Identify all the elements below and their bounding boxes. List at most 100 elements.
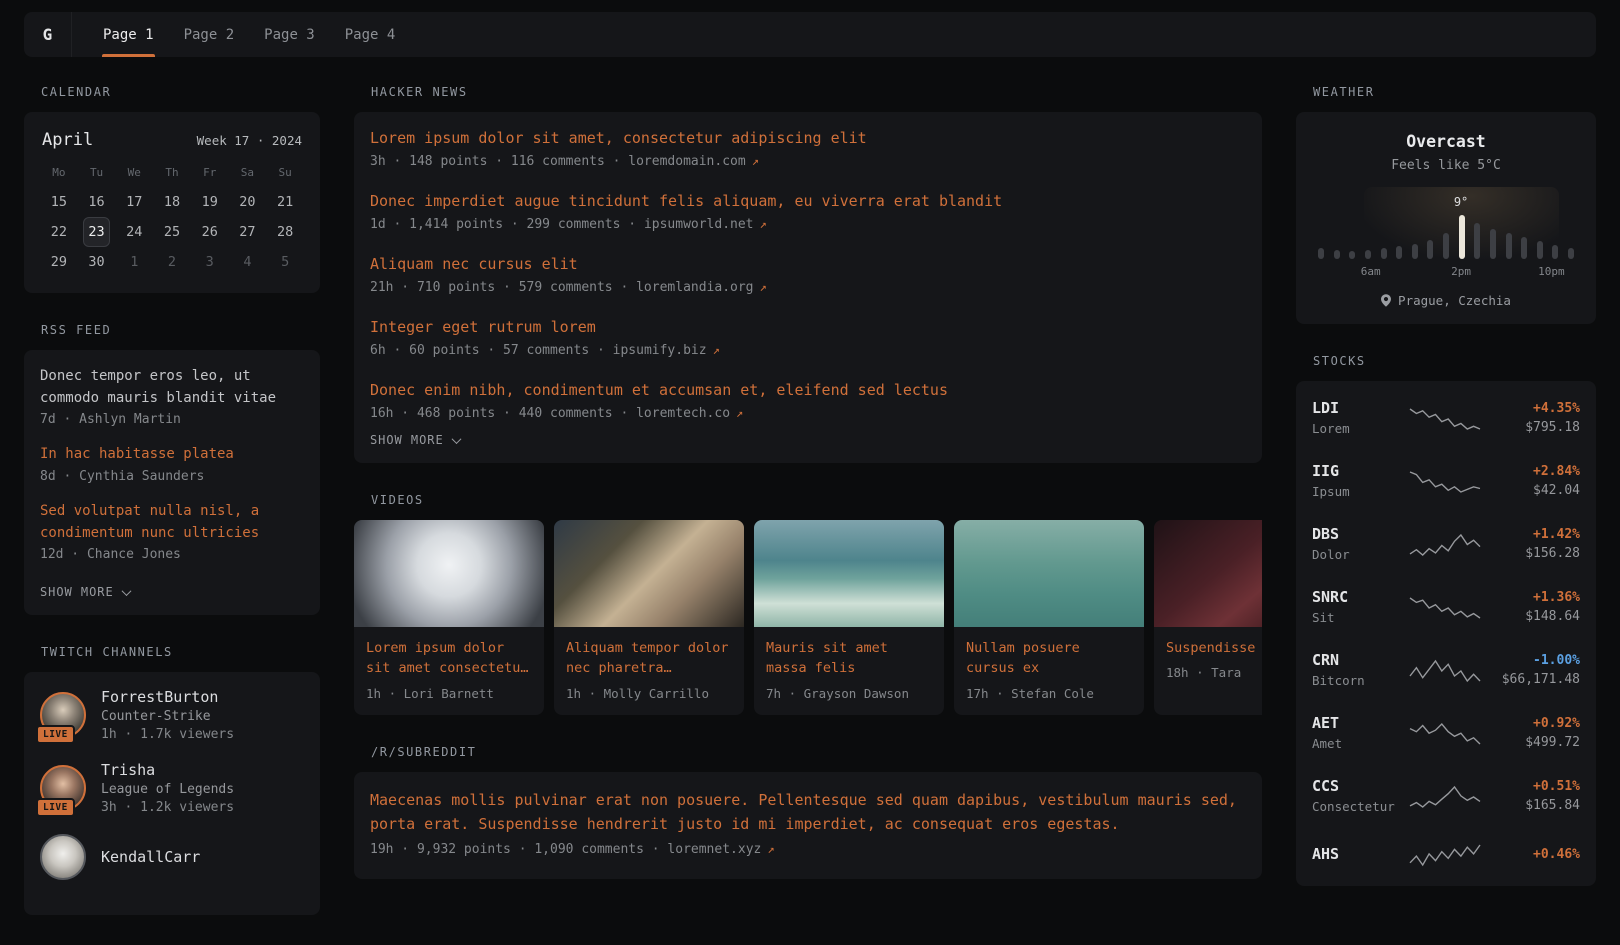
weather-time-label: 2pm [1451, 265, 1471, 278]
twitch-channel-game: League of Legends [101, 782, 234, 797]
stock-list: LDILorem+4.35%$795.18IIGIpsum+2.84%$42.0… [1312, 386, 1580, 881]
stock-sparkline [1402, 782, 1488, 810]
subreddit-post-title[interactable]: Maecenas mollis pulvinar erat non posuer… [370, 788, 1246, 838]
video-card-row: Lorem ipsum dolor sit amet consectetu…1h… [354, 520, 1262, 715]
video-card[interactable]: Lorem ipsum dolor sit amet consectetu…1h… [354, 520, 544, 715]
hackernews-post-title[interactable]: Donec enim nibh, condimentum et accumsan… [370, 380, 1246, 401]
hackernews-post-source[interactable]: ipsumify.biz [613, 343, 707, 358]
stock-change: +1.36% [1488, 590, 1580, 605]
stock-change: +2.84% [1488, 464, 1580, 479]
stock-price: $499.72 [1488, 735, 1580, 750]
stock-ticker: IIG [1312, 462, 1402, 480]
weather-bar [1381, 248, 1387, 259]
video-card[interactable]: Mauris sit amet massa felis7h · Grayson … [754, 520, 944, 715]
calendar-day-today: 23 [83, 217, 111, 247]
stock-row[interactable]: CCSConsectetur+0.51%$165.84 [1312, 764, 1580, 827]
stock-info: AHS [1312, 845, 1402, 863]
weather-bar [1427, 240, 1433, 259]
rss-item[interactable]: In hac habitasse platea8d · Cynthia Saun… [40, 444, 304, 484]
rss-show-more-button[interactable]: SHOW MORE [40, 579, 130, 599]
hackernews-post-meta: 3h · 148 points · 116 comments · loremdo… [370, 154, 1246, 169]
external-link-icon: ↗ [713, 343, 720, 357]
weather-location: Prague, Czechia [1398, 293, 1511, 308]
stock-row[interactable]: CRNBitcorn-1.00%$66,171.48 [1312, 638, 1580, 701]
stock-ticker: DBS [1312, 525, 1402, 543]
weather-condition: Overcast [1312, 132, 1580, 151]
video-thumbnail [954, 520, 1144, 627]
subreddit-post: Maecenas mollis pulvinar erat non posuer… [370, 788, 1246, 858]
weather-bar [1412, 244, 1418, 259]
hackernews-widget: HACKER NEWS Lorem ipsum dolor sit amet, … [354, 85, 1262, 463]
hackernews-post-source[interactable]: loremlandia.org [636, 280, 753, 295]
page-tabs: Page 1Page 2Page 3Page 4 [88, 12, 410, 57]
calendar-weekday-label: We [115, 166, 153, 179]
rss-item-title: In hac habitasse platea [40, 444, 304, 466]
tab-page-2[interactable]: Page 2 [169, 12, 250, 57]
calendar-day: 21 [266, 187, 304, 217]
tab-page-3[interactable]: Page 3 [249, 12, 330, 57]
stock-row[interactable]: IIGIpsum+2.84%$42.04 [1312, 449, 1580, 512]
weather-bars [1318, 207, 1574, 259]
twitch-widget: TWITCH CHANNELS LIVEForrestBurtonCounter… [24, 645, 320, 915]
sparkline-chart [1408, 719, 1482, 747]
calendar-weekday-label: Mo [40, 166, 78, 179]
calendar-weekday-label: Su [266, 166, 304, 179]
hackernews-show-more-button[interactable]: SHOW MORE [370, 427, 460, 447]
stock-row[interactable]: LDILorem+4.35%$795.18 [1312, 386, 1580, 449]
twitch-channel-row[interactable]: KendallCarr [40, 834, 304, 880]
hackernews-post: Aliquam nec cursus elit21h · 710 points … [370, 254, 1246, 295]
hackernews-post-source[interactable]: ipsumworld.net [644, 217, 754, 232]
weather-section-title: WEATHER [1313, 85, 1596, 99]
stock-row[interactable]: DBSDolor+1.42%$156.28 [1312, 512, 1580, 575]
calendar-day: 17 [115, 187, 153, 217]
hackernews-post-source[interactable]: loremdomain.com [628, 154, 745, 169]
video-card[interactable]: Suspendisse diam18h · Tara [1154, 520, 1262, 715]
stock-info: CCSConsectetur [1312, 777, 1402, 814]
live-badge: LIVE [36, 725, 75, 744]
app-logo[interactable]: G [24, 12, 72, 57]
sparkline-chart [1408, 530, 1482, 558]
stock-values: +1.42%$156.28 [1488, 527, 1580, 561]
calendar-week-year: Week 17 · 2024 [197, 133, 302, 148]
calendar-day: 18 [153, 187, 191, 217]
subreddit-card: Maecenas mollis pulvinar erat non posuer… [354, 772, 1262, 880]
dashboard-page: G Page 1Page 2Page 3Page 4 CALENDAR Apri… [0, 0, 1620, 945]
calendar-weekday-label: Th [153, 166, 191, 179]
rss-list: Donec tempor eros leo, ut commodo mauris… [40, 366, 304, 562]
subreddit-post-source[interactable]: loremnet.xyz [667, 842, 761, 857]
weather-widget: WEATHER Overcast Feels like 5°C 6am2pm10… [1296, 85, 1596, 324]
weather-time-label: 10pm [1538, 265, 1565, 278]
video-card[interactable]: Nullam posuere cursus ex17h · Stefan Col… [954, 520, 1144, 715]
weather-bar [1552, 245, 1558, 259]
rss-item[interactable]: Sed volutpat nulla nisl, a condimentum n… [40, 501, 304, 562]
hackernews-post-source[interactable]: loremtech.co [636, 406, 730, 421]
calendar-header: April Week 17 · 2024 [42, 130, 302, 150]
hackernews-post: Lorem ipsum dolor sit amet, consectetur … [370, 128, 1246, 169]
hackernews-post: Donec enim nibh, condimentum et accumsan… [370, 380, 1246, 421]
twitch-channel-row[interactable]: LIVEForrestBurtonCounter-Strike1h · 1.7k… [40, 688, 304, 742]
twitch-channel-name: ForrestBurton [101, 688, 234, 706]
tab-page-4[interactable]: Page 4 [330, 12, 411, 57]
calendar-days-grid: 1516171819202122232425262728293012345 [40, 187, 304, 277]
hackernews-post-title[interactable]: Aliquam nec cursus elit [370, 254, 1246, 275]
external-link-icon: ↗ [767, 842, 774, 856]
tab-page-1[interactable]: Page 1 [88, 12, 169, 57]
videos-section-title: VIDEOS [371, 493, 1262, 507]
weather-bar [1459, 215, 1465, 259]
hackernews-post-title[interactable]: Lorem ipsum dolor sit amet, consectetur … [370, 128, 1246, 149]
video-card[interactable]: Aliquam tempor dolor nec pharetra…1h · M… [554, 520, 744, 715]
stock-row[interactable]: AHS+0.46% [1312, 827, 1580, 881]
calendar-day: 16 [78, 187, 116, 217]
hackernews-post-title[interactable]: Donec imperdiet augue tincidunt felis al… [370, 191, 1246, 212]
hackernews-post-title[interactable]: Integer eget rutrum lorem [370, 317, 1246, 338]
twitch-channel-row[interactable]: LIVETrishaLeague of Legends3h · 1.2k vie… [40, 761, 304, 815]
weather-bar [1537, 241, 1543, 259]
stock-row[interactable]: SNRCSit+1.36%$148.64 [1312, 575, 1580, 638]
stock-name: Ipsum [1312, 484, 1402, 499]
stock-row[interactable]: AETAmet+0.92%$499.72 [1312, 701, 1580, 764]
stock-values: -1.00%$66,171.48 [1488, 653, 1580, 687]
calendar-widget: CALENDAR April Week 17 · 2024 MoTuWeThFr… [24, 85, 320, 293]
stock-change: +0.92% [1488, 716, 1580, 731]
rss-item-title: Donec tempor eros leo, ut commodo mauris… [40, 366, 304, 409]
rss-item[interactable]: Donec tempor eros leo, ut commodo mauris… [40, 366, 304, 427]
